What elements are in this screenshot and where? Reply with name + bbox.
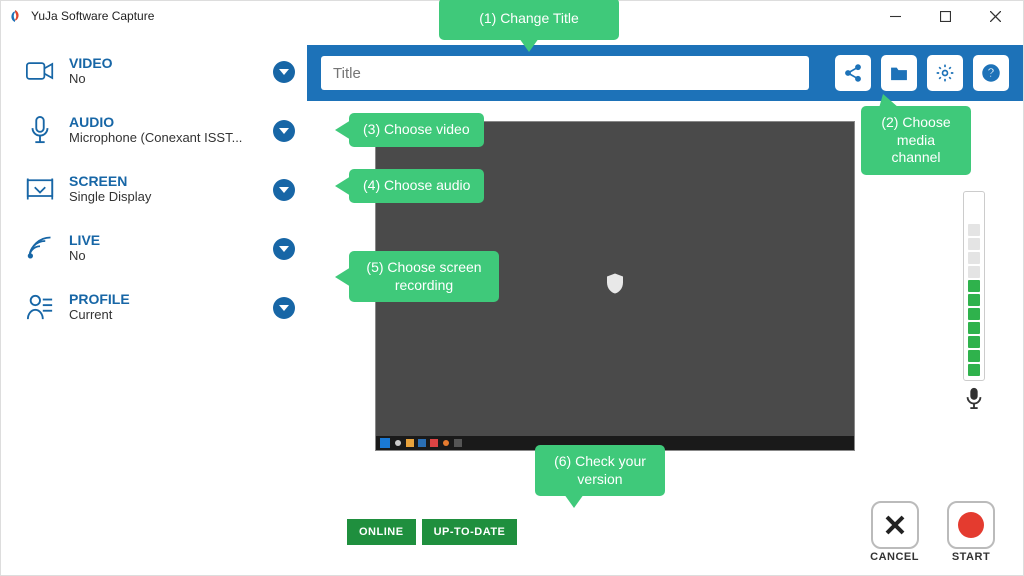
screen-label: SCREEN	[69, 173, 307, 189]
live-value: No	[69, 248, 249, 263]
chevron-down-icon[interactable]	[273, 179, 295, 201]
sidebar-item-screen[interactable]: SCREEN Single Display	[25, 173, 307, 204]
sidebar-item-profile[interactable]: PROFILE Current	[25, 291, 307, 322]
screen-icon	[25, 174, 55, 204]
status-uptodate: UP-TO-DATE	[422, 519, 518, 545]
sidebar: VIDEO No AUDIO Microphone (Conexant ISST…	[1, 31, 307, 489]
record-icon	[958, 512, 984, 538]
audio-level-meter	[963, 191, 985, 381]
shield-icon	[607, 274, 623, 299]
screen-value: Single Display	[69, 189, 249, 204]
close-button[interactable]	[973, 2, 1017, 30]
minimize-button[interactable]	[873, 2, 917, 30]
chevron-down-icon[interactable]	[273, 238, 295, 260]
app-logo-icon	[7, 8, 23, 24]
sidebar-item-video[interactable]: VIDEO No	[25, 55, 307, 86]
annotation-4: (4) Choose audio	[349, 169, 484, 203]
share-button[interactable]	[835, 55, 871, 91]
annotation-2: (2) Choose media channel	[861, 106, 971, 175]
footer: ONLINE UP-TO-DATE CANCEL START	[1, 489, 1023, 575]
chevron-down-icon[interactable]	[273, 120, 295, 142]
video-icon	[25, 56, 55, 86]
chevron-down-icon[interactable]	[273, 61, 295, 83]
sidebar-item-live[interactable]: LIVE No	[25, 232, 307, 263]
window-controls	[873, 2, 1017, 30]
profile-icon	[25, 292, 55, 322]
app-window: YuJa Software Capture VIDEO No	[0, 0, 1024, 576]
audio-label: AUDIO	[69, 114, 307, 130]
annotation-5: (5) Choose screen recording	[349, 251, 499, 302]
sidebar-item-audio[interactable]: AUDIO Microphone (Conexant ISST...	[25, 114, 307, 145]
annotation-3: (3) Choose video	[349, 113, 484, 147]
video-label: VIDEO	[69, 55, 307, 71]
chevron-down-icon[interactable]	[273, 297, 295, 319]
title-input[interactable]	[321, 56, 809, 90]
live-label: LIVE	[69, 232, 307, 248]
video-value: No	[69, 71, 249, 86]
window-title: YuJa Software Capture	[31, 9, 154, 23]
status-online: ONLINE	[347, 519, 416, 545]
topbar: ?	[307, 45, 1023, 101]
profile-label: PROFILE	[69, 291, 307, 307]
cancel-button[interactable]: CANCEL	[870, 501, 919, 563]
maximize-button[interactable]	[923, 2, 967, 30]
profile-value: Current	[69, 307, 249, 322]
microphone-icon	[965, 387, 983, 414]
annotation-6: (6) Check your version	[535, 445, 665, 496]
help-button[interactable]: ?	[973, 55, 1009, 91]
live-icon	[25, 233, 55, 263]
start-button[interactable]: START	[947, 501, 995, 563]
audio-icon	[25, 115, 55, 145]
settings-button[interactable]	[927, 55, 963, 91]
svg-text:?: ?	[987, 66, 995, 80]
audio-value: Microphone (Conexant ISST...	[69, 130, 249, 145]
annotation-1: (1) Change Title	[439, 0, 619, 40]
folder-button[interactable]	[881, 55, 917, 91]
